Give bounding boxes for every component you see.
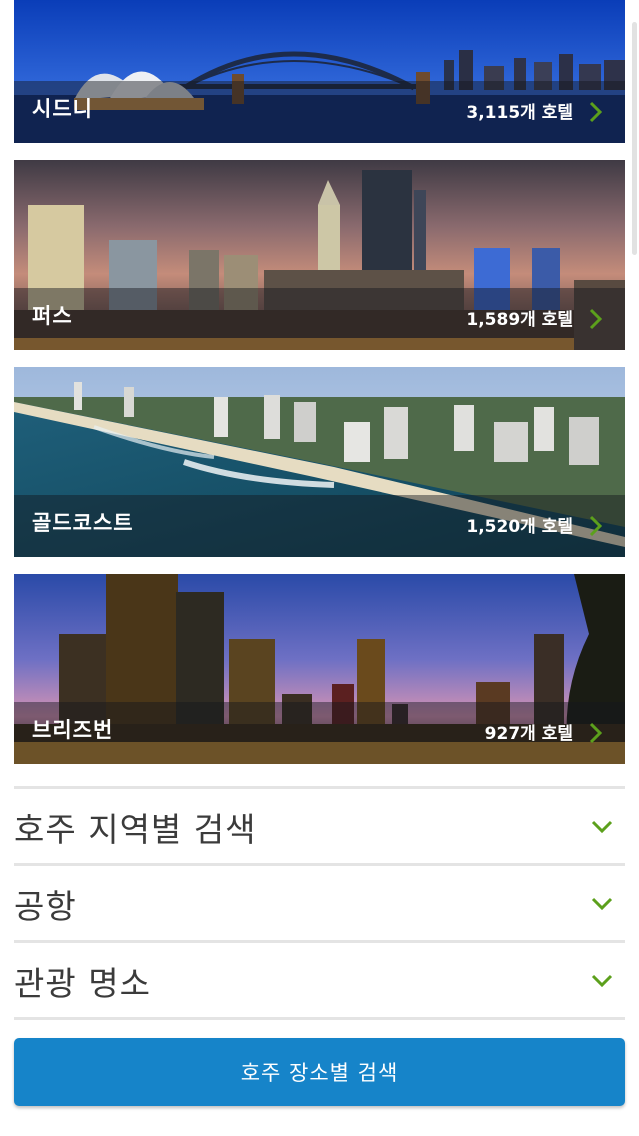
accordion-attractions[interactable]: 관광 명소: [14, 944, 625, 1017]
chevron-right-icon: [589, 308, 603, 330]
accordion-label: 관광 명소: [14, 963, 151, 1003]
city-card-perth[interactable]: 퍼스 1,589개 호텔: [14, 160, 625, 350]
hotel-count: 3,115개 호텔: [466, 103, 573, 123]
city-name: 퍼스: [32, 304, 73, 328]
chevron-down-icon: [591, 820, 613, 833]
city-card-gold-coast[interactable]: 골드코스트 1,520개 호텔: [14, 367, 625, 557]
city-name: 시드니: [32, 97, 93, 121]
hotel-count: 1,520개 호텔: [466, 517, 573, 537]
divider: [14, 863, 625, 866]
city-name: 브리즈번: [32, 718, 114, 742]
accordion-label: 호주 지역별 검색: [14, 809, 257, 849]
divider: [14, 940, 625, 943]
chevron-right-icon: [589, 101, 603, 123]
accordion-region-search[interactable]: 호주 지역별 검색: [14, 790, 625, 863]
divider: [14, 786, 625, 789]
scrollbar[interactable]: [632, 22, 637, 255]
hotel-count: 1,589개 호텔: [466, 310, 573, 330]
city-card-sydney[interactable]: 시드니 3,115개 호텔: [14, 0, 625, 143]
accordion-label: 공항: [14, 886, 77, 926]
chevron-right-icon: [589, 722, 603, 744]
chevron-right-icon: [589, 515, 603, 537]
city-name: 골드코스트: [32, 511, 134, 535]
city-card-brisbane[interactable]: 브리즈번 927개 호텔: [14, 574, 625, 764]
divider: [14, 1017, 625, 1020]
search-by-place-button[interactable]: 호주 장소별 검색: [14, 1038, 625, 1106]
chevron-down-icon: [591, 974, 613, 987]
accordion-airports[interactable]: 공항: [14, 867, 625, 940]
hotel-count: 927개 호텔: [484, 724, 573, 744]
chevron-down-icon: [591, 897, 613, 910]
